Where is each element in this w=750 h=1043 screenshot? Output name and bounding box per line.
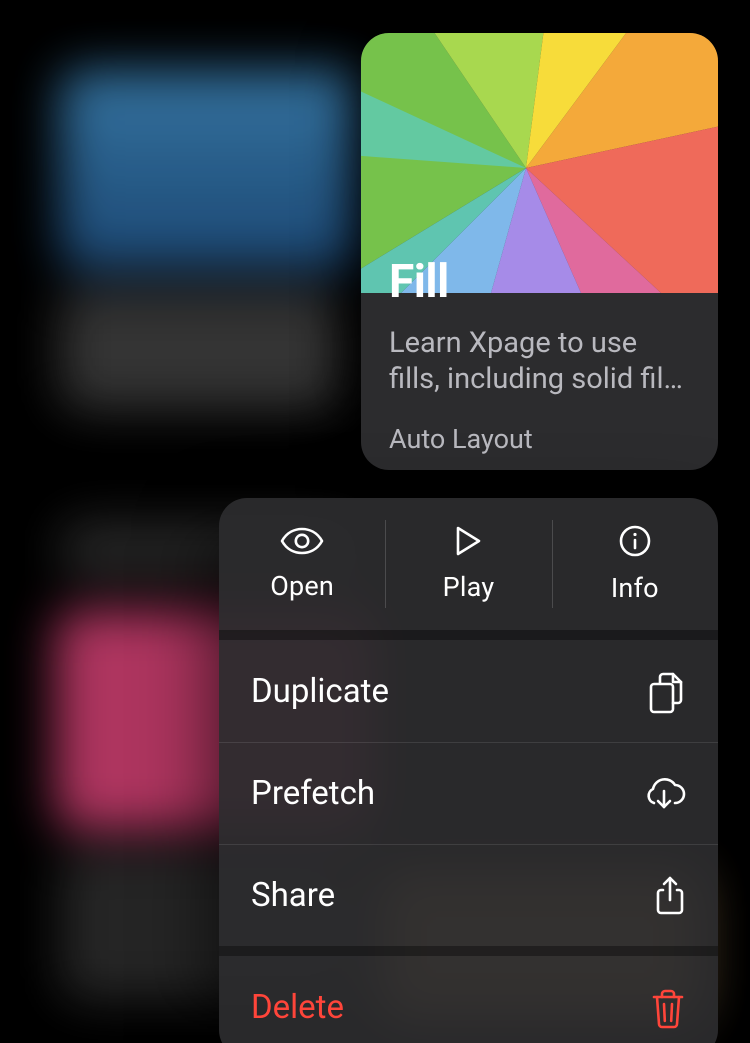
context-menu: Open Play Info Duplicate	[219, 498, 718, 1043]
trash-icon	[650, 989, 686, 1025]
menu-separator	[219, 630, 718, 640]
item-preview-card: Fill Learn Xpage to use fills, including…	[361, 33, 718, 470]
share-label: Share	[251, 876, 335, 915]
duplicate-label: Duplicate	[251, 672, 389, 711]
delete-menu-item[interactable]: Delete	[219, 956, 718, 1043]
info-label: Info	[611, 572, 659, 604]
duplicate-menu-item[interactable]: Duplicate	[219, 640, 718, 742]
info-icon	[618, 524, 652, 562]
cloud-download-icon	[642, 777, 686, 811]
play-button[interactable]: Play	[385, 498, 551, 630]
share-icon	[654, 876, 686, 916]
prefetch-menu-item[interactable]: Prefetch	[219, 742, 718, 844]
prefetch-label: Prefetch	[251, 774, 375, 813]
play-label: Play	[443, 571, 495, 603]
card-category: Auto Layout	[389, 423, 690, 455]
play-icon	[454, 525, 482, 561]
duplicate-icon	[648, 672, 686, 710]
eye-icon	[280, 526, 324, 560]
card-description: Learn Xpage to use fills, including soli…	[389, 325, 690, 398]
color-wheel-thumbnail	[361, 33, 718, 234]
share-menu-item[interactable]: Share	[219, 844, 718, 946]
context-menu-top-row: Open Play Info	[219, 498, 718, 630]
open-label: Open	[270, 570, 334, 602]
menu-separator-2	[219, 946, 718, 956]
delete-label: Delete	[251, 988, 344, 1027]
open-button[interactable]: Open	[219, 498, 385, 630]
info-button[interactable]: Info	[552, 498, 718, 630]
